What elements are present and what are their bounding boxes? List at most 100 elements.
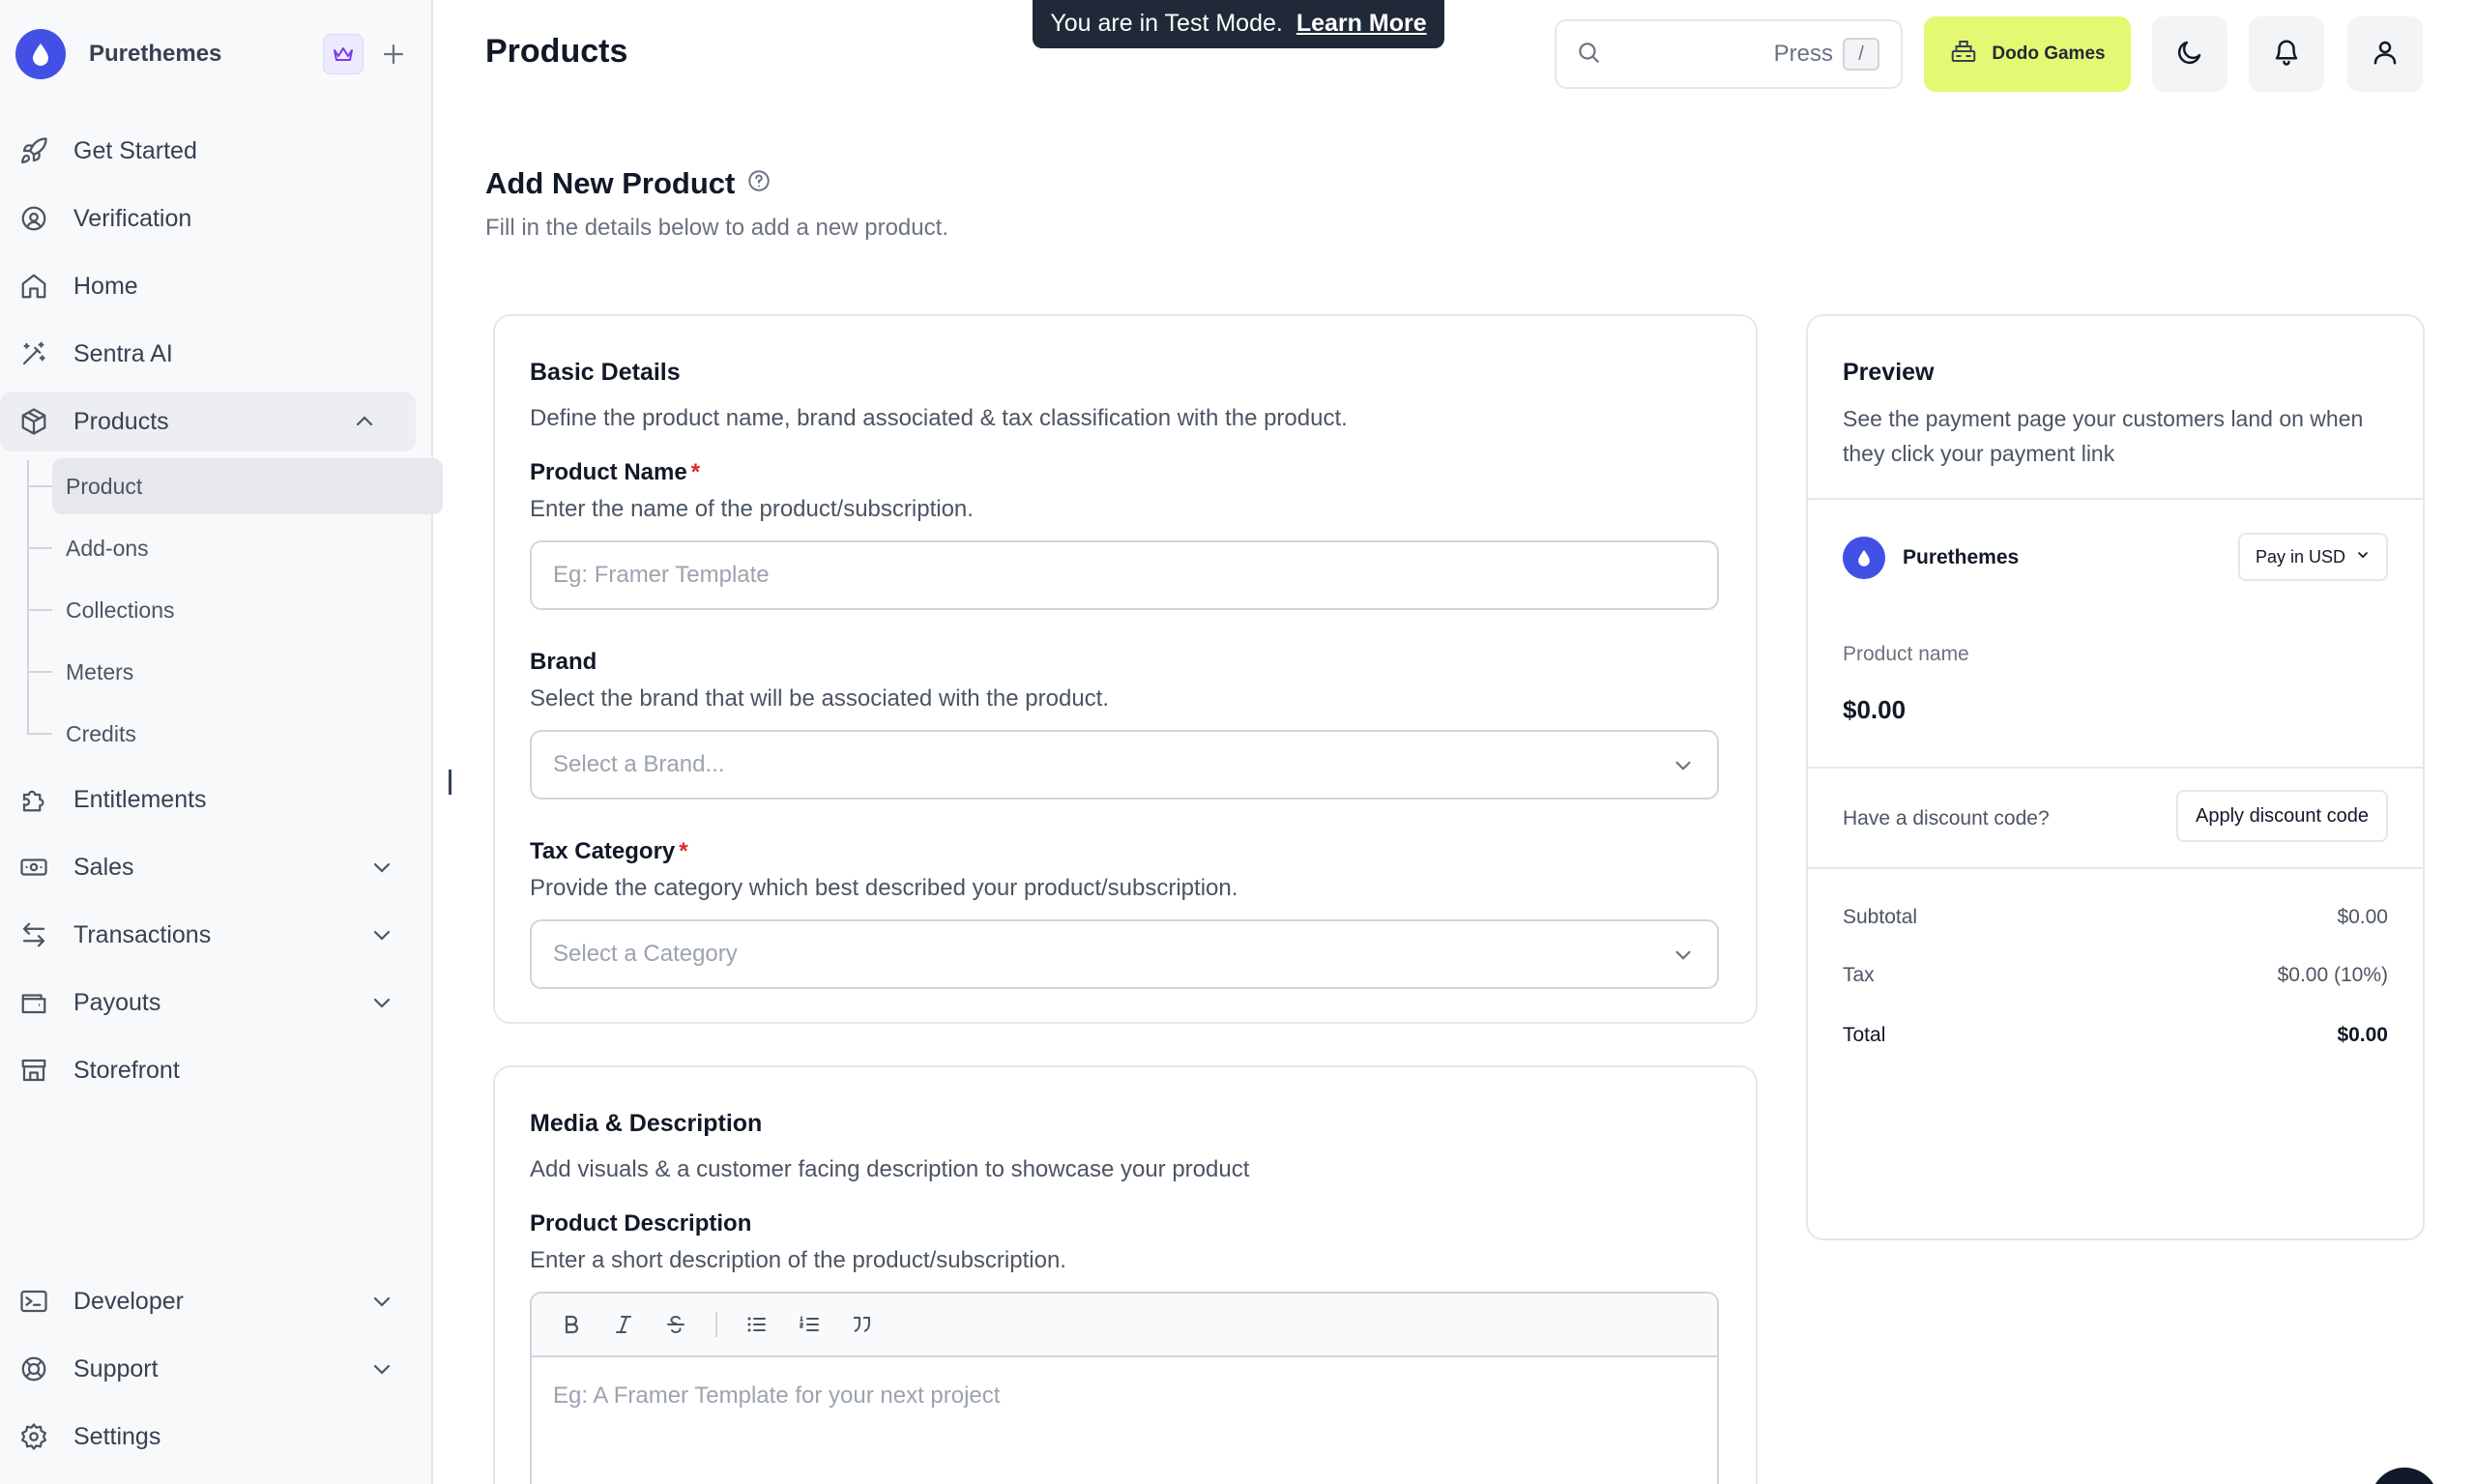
brand-button-label: Dodo Games (1992, 44, 2106, 64)
chevron-down-icon[interactable] (367, 1287, 396, 1316)
apply-discount-button[interactable]: Apply discount code (2175, 790, 2388, 842)
subtotal-label: Subtotal (1843, 906, 1918, 928)
theme-toggle-button[interactable] (2152, 16, 2228, 92)
sidebar-item-payouts[interactable]: Payouts (0, 973, 433, 1033)
sidebar-item-transactions[interactable]: Transactions (0, 905, 433, 965)
product-description-label: Product Description (530, 1210, 752, 1237)
sidebar-item-sentra-ai[interactable]: Sentra AI (0, 324, 433, 384)
sidebar-item-products[interactable]: Products (0, 392, 416, 451)
input-placeholder: Eg: Framer Template (553, 562, 770, 588)
add-product-heading: Add New Product (485, 166, 736, 200)
chevron-down-icon[interactable] (367, 988, 396, 1017)
total-label: Total (1843, 1024, 1886, 1046)
chevron-down-icon (1671, 753, 1696, 778)
select-placeholder: Select a Brand... (553, 751, 725, 777)
card-description: Define the product name, brand associate… (530, 405, 1348, 431)
arrows-icon (17, 918, 50, 951)
puzzle-icon (17, 783, 50, 816)
total-value: $0.00 (2337, 1024, 2388, 1046)
user-icon (2371, 38, 2400, 72)
brand-select[interactable]: Select a Brand... (530, 730, 1719, 800)
bell-icon (2272, 38, 2301, 72)
select-placeholder: Select a Category (553, 941, 738, 967)
product-name-input[interactable]: Eg: Framer Template (530, 540, 1719, 610)
chevron-up-icon[interactable] (350, 407, 379, 436)
sidebar-item-sales[interactable]: Sales (0, 837, 433, 897)
sidebar-item-settings[interactable]: Settings (0, 1407, 433, 1467)
search-input[interactable]: Press / (1555, 19, 1903, 89)
product-name-hint: Enter the name of the product/subscripti… (530, 496, 974, 522)
chevron-down-icon[interactable] (367, 1354, 396, 1383)
profile-button[interactable] (2347, 16, 2423, 92)
sidebar-subitem-meters[interactable]: Meters (27, 644, 416, 700)
preview-price: $0.00 (1843, 695, 1907, 724)
toolbar-divider (715, 1312, 717, 1337)
search-shortcut-key: / (1843, 38, 1879, 71)
workspace-logo (15, 29, 66, 79)
sidebar-item-label: Verification (73, 204, 192, 232)
sidebar-subitem-label: Add-ons (66, 535, 149, 561)
preview-card: Preview See the payment page your custom… (1806, 314, 2425, 1240)
merchant-logo (1843, 537, 1885, 579)
search-icon (1576, 40, 1601, 70)
sidebar-subitem-label: Meters (66, 658, 134, 684)
search-shortcut-label: Press (1773, 41, 1833, 67)
subtotal-value: $0.00 (2337, 906, 2388, 928)
sidebar-item-label: Storefront (73, 1056, 180, 1084)
sidebar-item-entitlements[interactable]: Entitlements (0, 770, 433, 829)
currency-select[interactable]: Pay in USD (2237, 533, 2388, 581)
sidebar-item-verification[interactable]: Verification (0, 189, 433, 248)
sidebar-subitem-product[interactable]: Product (27, 458, 443, 514)
brand-switcher-button[interactable]: Dodo Games (1924, 16, 2131, 92)
preview-title: Preview (1843, 359, 1935, 386)
editor-placeholder: Eg: A Framer Template for your next proj… (553, 1382, 1001, 1409)
tax-category-select[interactable]: Select a Category (530, 919, 1719, 989)
workspace-switcher[interactable]: Purethemes (15, 25, 414, 83)
wallet-icon (17, 986, 50, 1019)
required-mark: * (690, 459, 701, 485)
notifications-button[interactable] (2249, 16, 2324, 92)
tax-category-hint: Provide the category which best describe… (530, 875, 1238, 901)
sidebar-subitem-label: Credits (66, 720, 136, 746)
sidebar-subitem-collections[interactable]: Collections (27, 582, 416, 638)
preview-product-name: Product name (1843, 643, 1969, 665)
chevron-down-icon[interactable] (367, 853, 396, 882)
merchant-name: Purethemes (1903, 546, 2020, 568)
strikethrough-icon[interactable] (663, 1312, 688, 1337)
currency-label: Pay in USD (2255, 546, 2345, 567)
learn-more-link[interactable]: Learn More (1296, 10, 1427, 38)
rocket-icon (17, 134, 50, 167)
sidebar-subitem-add-ons[interactable]: Add-ons (27, 520, 416, 576)
divider (1808, 498, 2423, 500)
box-icon (17, 405, 50, 438)
numbered-list-icon[interactable] (797, 1312, 822, 1337)
card-description: Add visuals & a customer facing descript… (530, 1156, 1250, 1182)
italic-icon[interactable] (611, 1312, 636, 1337)
card-title: Media & Description (530, 1110, 763, 1137)
crown-icon[interactable] (323, 34, 364, 74)
help-icon[interactable] (746, 166, 772, 201)
sidebar-item-storefront[interactable]: Storefront (0, 1040, 433, 1100)
bullet-list-icon[interactable] (744, 1312, 770, 1337)
sidebar-item-home[interactable]: Home (0, 256, 433, 316)
description-editor[interactable]: Eg: A Framer Template for your next proj… (530, 1357, 1719, 1484)
tax-label: Tax (1843, 964, 1875, 986)
sidebar-subitem-credits[interactable]: Credits (27, 706, 416, 762)
brand-label: Brand (530, 649, 597, 675)
basic-details-card: Basic Details Define the product name, b… (493, 314, 1758, 1024)
store-icon (17, 1054, 50, 1087)
divider (1808, 767, 2423, 769)
sidebar-item-developer[interactable]: Developer (0, 1271, 433, 1331)
page-title: Products (485, 33, 628, 70)
gear-icon (17, 1420, 50, 1453)
subtotal-row: Subtotal $0.00 (1843, 906, 2388, 929)
bold-icon[interactable] (559, 1312, 584, 1337)
sidebar-item-support[interactable]: Support (0, 1339, 433, 1399)
chevron-down-icon[interactable] (367, 920, 396, 949)
sidebar: Purethemes Get Started Verification Home… (0, 0, 443, 1484)
add-workspace-icon[interactable] (373, 34, 414, 74)
sidebar-item-label: Get Started (73, 136, 197, 164)
lifebuoy-icon (17, 1353, 50, 1385)
sidebar-item-get-started[interactable]: Get Started (0, 121, 433, 181)
quote-icon[interactable] (849, 1312, 874, 1337)
